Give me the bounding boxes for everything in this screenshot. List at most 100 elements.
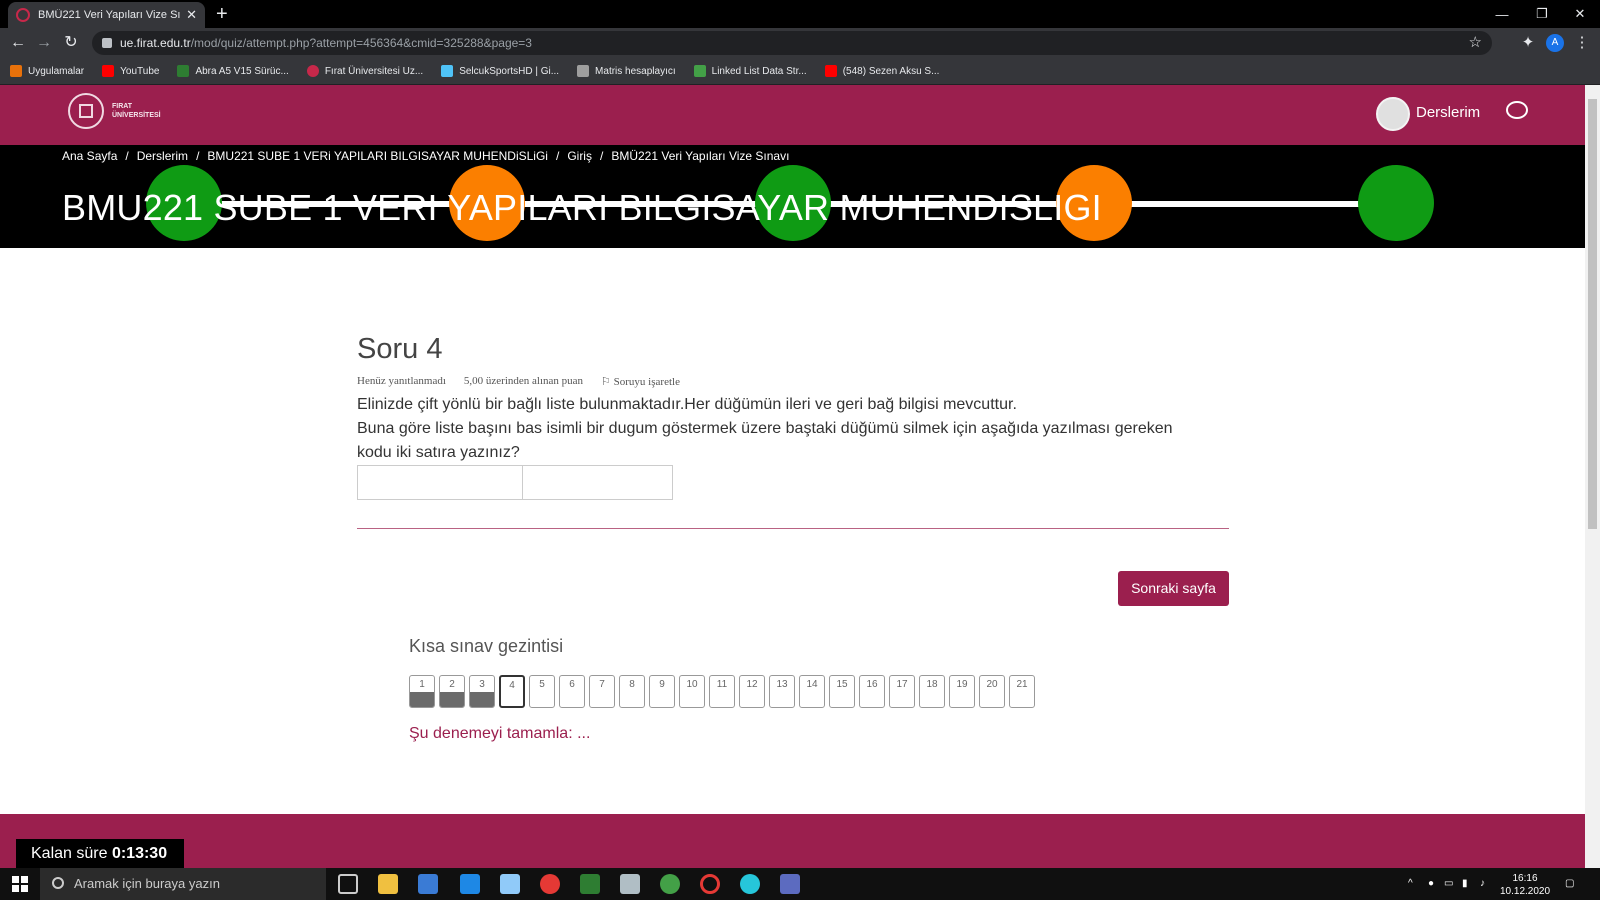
question-info: Henüz yanıtlanmadı 5,00 üzerinden alınan… — [357, 375, 680, 388]
university-logo[interactable]: FIRAT ÜNİVERSİTESİ — [68, 93, 172, 129]
taskbar-search[interactable]: Aramak için buraya yazın — [40, 868, 326, 900]
bookmark-apps[interactable]: Uygulamalar — [10, 65, 84, 77]
tv-icon — [441, 65, 454, 77]
app-icon[interactable] — [620, 874, 640, 894]
breadcrumb-derslerim[interactable]: Derslerim — [137, 149, 188, 163]
quiz-nav-question-7[interactable]: 7 — [589, 675, 615, 708]
derslerim-link[interactable]: Derslerim — [1416, 104, 1480, 121]
reload-icon[interactable]: ↻ — [61, 33, 81, 53]
bookmark-firat[interactable]: Fırat Üniversitesi Uz... — [306, 65, 423, 77]
new-tab-icon[interactable]: + — [216, 3, 228, 25]
close-window-icon[interactable]: ✕ — [1560, 0, 1600, 28]
breadcrumb-separator: / — [196, 149, 200, 163]
answer-field-2[interactable] — [522, 465, 673, 500]
shield-icon — [177, 65, 190, 77]
bookmark-selcuksports[interactable]: SelcukSportsHD | Gi... — [441, 65, 559, 77]
notifications-icon[interactable]: ▢ — [1565, 877, 1574, 890]
user-avatar[interactable] — [1376, 97, 1410, 131]
task-view-icon[interactable] — [338, 874, 358, 894]
timer-label: Kalan süre — [31, 845, 108, 862]
breadcrumb-separator: / — [599, 149, 604, 163]
quiz-nav-question-14[interactable]: 14 — [799, 675, 825, 708]
quiz-nav-question-11[interactable]: 11 — [709, 675, 735, 708]
forward-icon[interactable]: → — [34, 33, 54, 53]
quiz-nav-question-13[interactable]: 13 — [769, 675, 795, 708]
clock[interactable]: 16:16 10.12.2020 — [1500, 872, 1550, 898]
volume-icon[interactable]: ♪ — [1480, 877, 1485, 890]
question-text: Elinizde çift yönlü bir bağlı liste bulu… — [357, 393, 1207, 465]
quiz-nav-question-18[interactable]: 18 — [919, 675, 945, 708]
profile-avatar[interactable]: A — [1546, 34, 1564, 52]
quiz-nav-question-8[interactable]: 8 — [619, 675, 645, 708]
next-page-button[interactable]: Sonraki sayfa — [1118, 571, 1229, 606]
quiz-nav-question-2[interactable]: 2 — [439, 675, 465, 708]
app-icon[interactable] — [580, 874, 600, 894]
quiz-nav-question-16[interactable]: 16 — [859, 675, 885, 708]
bookmark-linked-list[interactable]: Linked List Data Str... — [693, 65, 807, 77]
bookmark-sezen-aksu[interactable]: (548) Sezen Aksu S... — [824, 65, 939, 77]
discord-icon[interactable] — [780, 874, 800, 894]
quiz-navigation: 1 2 3 4 5 6 7 8 9 10 11 12 13 14 15 16 17 18 19 20 21 — [409, 675, 1035, 708]
course-title: BMU221 SUBE 1 VERI YAPILARI BILGISAYAR M… — [62, 187, 1102, 228]
finish-attempt-link[interactable]: Şu denemeyi tamamla: ... — [409, 725, 590, 743]
question-title: Soru 4 — [357, 333, 443, 365]
mail-icon[interactable] — [460, 874, 480, 894]
microphone-icon[interactable]: ● — [1428, 877, 1434, 890]
quiz-nav-question-21[interactable]: 21 — [1009, 675, 1035, 708]
bookmark-youtube[interactable]: YouTube — [102, 65, 159, 77]
quiz-nav-question-1[interactable]: 1 — [409, 675, 435, 708]
quiz-nav-question-15[interactable]: 15 — [829, 675, 855, 708]
tray-chevron-icon[interactable]: ^ — [1408, 877, 1413, 890]
close-tab-icon[interactable]: ✕ — [186, 7, 197, 23]
breadcrumb-home[interactable]: Ana Sayfa — [62, 149, 117, 163]
url-host: ue.firat.edu.tr — [120, 36, 191, 50]
breadcrumb-separator: / — [125, 149, 129, 163]
restore-icon[interactable]: ❐ — [1522, 0, 1562, 28]
breadcrumb-quiz[interactable]: BMÜ221 Veri Yapıları Vize Sınavı — [611, 149, 789, 163]
scrollbar-thumb[interactable] — [1588, 99, 1597, 529]
quiz-nav-question-17[interactable]: 17 — [889, 675, 915, 708]
windows-taskbar: Aramak için buraya yazın ^ ● ▭ ▮ ♪ 16:16… — [0, 868, 1600, 900]
bookmark-matris[interactable]: Matris hesaplayıcı — [577, 65, 676, 77]
file-explorer-icon[interactable] — [378, 874, 398, 894]
answer-field-1[interactable] — [357, 465, 523, 500]
bookmarks-bar: Uygulamalar YouTube Abra A5 V15 Sürüc...… — [0, 58, 1600, 85]
edge-icon[interactable] — [740, 874, 760, 894]
quiz-nav-question-9[interactable]: 9 — [649, 675, 675, 708]
app-icon[interactable] — [500, 874, 520, 894]
breadcrumb-giris[interactable]: Giriş — [567, 149, 592, 163]
windows-start-icon[interactable] — [12, 876, 28, 892]
flag-icon: ⚐ — [601, 376, 614, 388]
store-icon[interactable] — [418, 874, 438, 894]
messages-icon[interactable] — [1506, 101, 1528, 119]
youtube-icon — [824, 65, 837, 77]
quiz-nav-question-3[interactable]: 3 — [469, 675, 495, 708]
whatsapp-icon[interactable] — [660, 874, 680, 894]
quiz-nav-question-4[interactable]: 4 — [499, 675, 525, 708]
breadcrumb-course[interactable]: BMU221 SUBE 1 VERi YAPILARI BILGISAYAR M… — [207, 149, 548, 163]
quiz-nav-question-20[interactable]: 20 — [979, 675, 1005, 708]
browser-tab[interactable]: BMÜ221 Veri Yapıları Vize Sınavı ✕ — [8, 2, 205, 28]
chrome-icon[interactable] — [540, 874, 560, 894]
bookmark-abra[interactable]: Abra A5 V15 Sürüc... — [177, 65, 289, 77]
page-scrollbar[interactable] — [1585, 85, 1600, 868]
quiz-nav-question-6[interactable]: 6 — [559, 675, 585, 708]
quiz-nav-question-12[interactable]: 12 — [739, 675, 765, 708]
extensions-icon[interactable]: ✦ — [1518, 33, 1538, 53]
quiz-timer: Kalan süre 0:13:30 — [16, 839, 184, 868]
flag-question-link[interactable]: ⚐ Soruyu işaretle — [601, 375, 680, 388]
opera-icon[interactable] — [700, 874, 720, 894]
bookmark-star-icon[interactable]: ☆ — [1469, 33, 1482, 51]
back-icon[interactable]: ← — [8, 33, 28, 53]
quiz-nav-question-19[interactable]: 19 — [949, 675, 975, 708]
breadcrumb-separator: / — [555, 149, 560, 163]
link-icon — [693, 65, 706, 77]
menu-icon[interactable]: ⋮ — [1572, 33, 1592, 53]
battery-icon[interactable]: ▮ — [1462, 877, 1468, 890]
minimize-icon[interactable]: — — [1482, 0, 1522, 28]
quiz-nav-question-5[interactable]: 5 — [529, 675, 555, 708]
network-icon[interactable]: ▭ — [1444, 877, 1453, 890]
quiz-nav-question-10[interactable]: 10 — [679, 675, 705, 708]
address-bar[interactable]: ue.firat.edu.tr /mod/quiz/attempt.php?at… — [92, 31, 1492, 55]
question-status: Henüz yanıtlanmadı — [357, 375, 446, 387]
